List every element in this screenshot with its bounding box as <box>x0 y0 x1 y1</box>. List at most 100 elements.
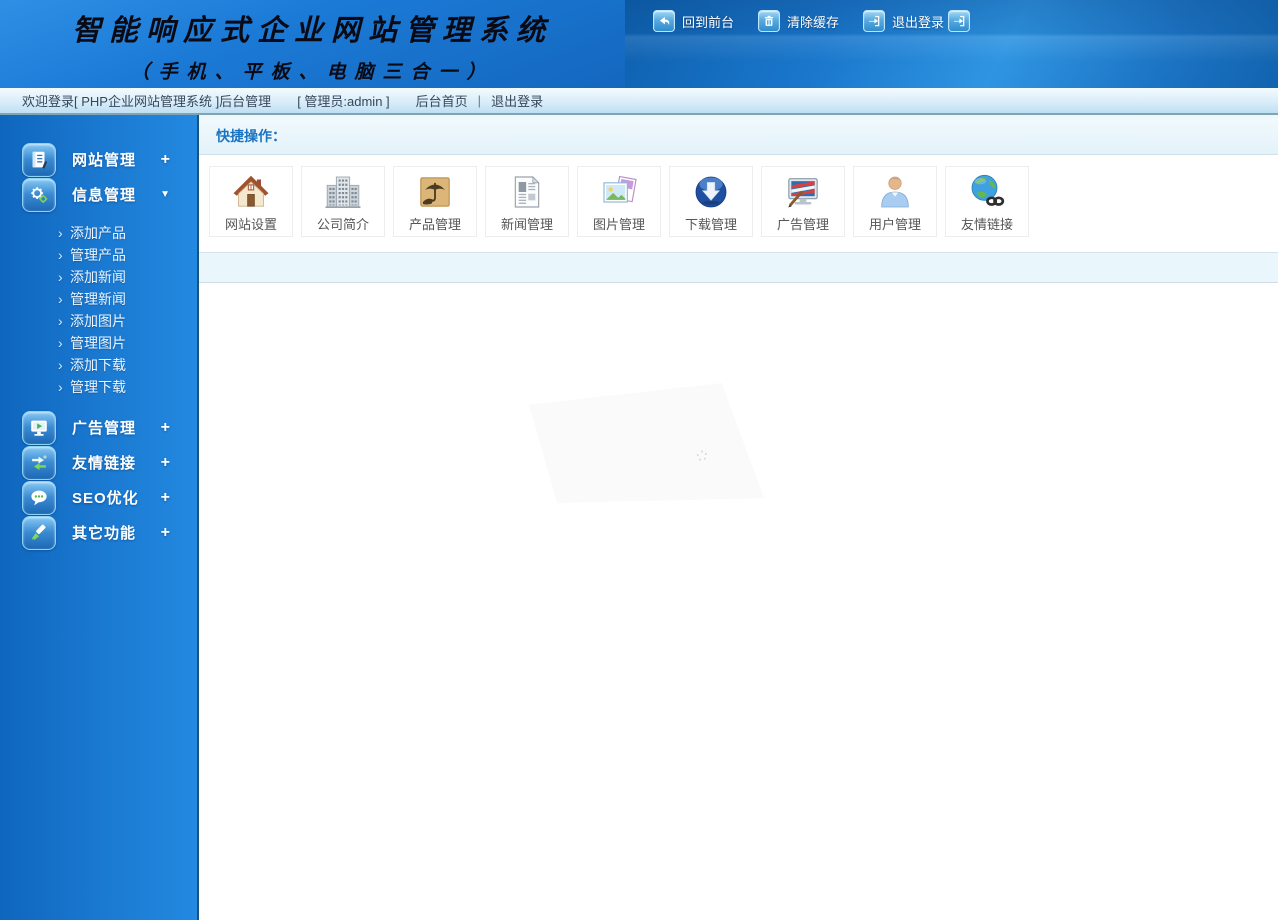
main-content: 快捷操作： 网站设置 公司简介 产品管理 新闻管理 图片管理 下载管理 广告管理… <box>199 115 1278 920</box>
logout-icon <box>863 10 886 32</box>
chevron-right-icon: › <box>58 225 63 241</box>
submenu-label: 管理新闻 <box>70 291 126 307</box>
shortcut-news-manage[interactable]: 新闻管理 <box>485 166 569 237</box>
sidebar-item-seo[interactable]: SEO优化 + <box>0 480 197 515</box>
sidebar-item-website-manage[interactable]: 网站管理 + <box>0 142 197 177</box>
sidebar-item-label: 友情链接 <box>72 455 137 472</box>
newspaper-icon <box>486 170 568 213</box>
header-actions: 回到前台 清除缓存 退出登录 <box>653 10 994 32</box>
ad-manage-icon <box>22 410 56 445</box>
sidebar-subitem-manage-product[interactable]: › 管理产品 <box>0 244 197 266</box>
admin-badge: [ 管理员:admin ] <box>297 94 390 109</box>
welcome-bar: 欢迎登录[ PHP企业网站管理系统 ]后台管理 [ 管理员:admin ] 后台… <box>0 88 1278 115</box>
submenu-label: 添加下载 <box>70 357 126 373</box>
user-icon <box>854 170 936 213</box>
shortcut-product-manage[interactable]: 产品管理 <box>393 166 477 237</box>
shortcut-ad-manage[interactable]: 广告管理 <box>761 166 845 237</box>
sidebar-subitem-manage-news[interactable]: › 管理新闻 <box>0 288 197 310</box>
sidebar-item-label: 广告管理 <box>72 420 137 437</box>
sidebar-subitem-add-image[interactable]: › 添加图片 <box>0 310 197 332</box>
info-manage-submenu: › 添加产品 › 管理产品 › 添加新闻 › 管理新闻 › 添加图片 › 管理图… <box>0 212 197 410</box>
expand-toggle[interactable]: + <box>161 454 170 472</box>
shortcut-image-manage[interactable]: 图片管理 <box>577 166 661 237</box>
loading-sparkle-icon <box>695 449 709 468</box>
logout-button[interactable]: 退出登录 <box>863 10 971 32</box>
submenu-label: 管理图片 <box>70 335 126 351</box>
header-toolbar: 回到前台 清除缓存 退出登录 <box>625 0 1278 88</box>
expand-toggle[interactable]: + <box>161 489 170 507</box>
back-arrow-icon <box>653 10 675 32</box>
back-to-site-button[interactable]: 回到前台 <box>653 10 734 32</box>
expand-toggle[interactable]: + <box>161 419 170 437</box>
backend-home-link[interactable]: 后台首页 <box>416 91 468 110</box>
chevron-right-icon: › <box>58 291 63 307</box>
sidebar-item-other-tools[interactable]: 其它功能 + <box>0 515 197 550</box>
submenu-label: 管理下载 <box>70 379 126 395</box>
empty-section-bar <box>199 252 1278 283</box>
chevron-right-icon: › <box>58 247 63 263</box>
shortcut-friend-links[interactable]: 友情链接 <box>945 166 1029 237</box>
expand-toggle[interactable]: + <box>161 151 170 169</box>
sidebar-item-label: 其它功能 <box>72 525 137 542</box>
clear-cache-button[interactable]: 清除缓存 <box>758 10 839 32</box>
sidebar-item-friend-links[interactable]: 友情链接 + <box>0 445 197 480</box>
welcome-text: 欢迎登录[ PHP企业网站管理系统 ]后台管理 <box>22 94 272 109</box>
shortcut-label: 图片管理 <box>592 217 645 232</box>
header: 智能响应式企业网站管理系统 （手机、平板、电脑三合一） 回到前台 清除缓存 退出… <box>0 0 1278 88</box>
ad-screen-icon <box>762 170 844 213</box>
trash-icon <box>758 10 781 32</box>
submenu-label: 管理产品 <box>70 247 126 263</box>
expand-toggle[interactable]: + <box>161 524 170 542</box>
welcome-divider: | <box>477 93 482 108</box>
page-subtitle: （手机、平板、电脑三合一） <box>130 60 495 83</box>
quick-ops-title: 快捷操作： <box>216 128 286 144</box>
sidebar-item-label: SEO优化 <box>72 490 139 507</box>
chevron-right-icon: › <box>58 335 63 351</box>
shortcut-label: 广告管理 <box>776 217 829 232</box>
sidebar-subitem-add-news[interactable]: › 添加新闻 <box>0 266 197 288</box>
shortcut-label: 新闻管理 <box>500 217 553 232</box>
submenu-label: 添加图片 <box>70 313 126 329</box>
shortcut-label: 友情链接 <box>960 217 1013 232</box>
logout-label: 退出登录 <box>892 14 945 30</box>
shortcut-user-manage[interactable]: 用户管理 <box>853 166 937 237</box>
shortcut-site-settings[interactable]: 网站设置 <box>209 166 293 237</box>
sidebar-subitem-manage-image[interactable]: › 管理图片 <box>0 332 197 354</box>
welcome-logout-link[interactable]: 退出登录 <box>491 91 543 110</box>
friend-links-icon <box>22 445 56 480</box>
clear-cache-label: 清除缓存 <box>787 14 840 30</box>
admin-app: 智能响应式企业网站管理系统 （手机、平板、电脑三合一） 回到前台 清除缓存 退出… <box>0 0 1278 920</box>
info-manage-icon <box>22 177 56 212</box>
shortcut-download-manage[interactable]: 下载管理 <box>669 166 753 237</box>
submenu-label: 添加产品 <box>70 225 126 241</box>
shortcut-label: 产品管理 <box>408 217 461 232</box>
globe-link-icon <box>946 170 1028 213</box>
faint-watermark <box>529 383 764 503</box>
sidebar-item-ad-manage[interactable]: 广告管理 + <box>0 410 197 445</box>
seo-icon <box>22 480 56 515</box>
shortcut-label: 网站设置 <box>224 217 277 232</box>
chevron-right-icon: › <box>58 313 63 329</box>
building-icon <box>302 170 384 213</box>
sidebar-subitem-add-download[interactable]: › 添加下载 <box>0 354 197 376</box>
chevron-right-icon: › <box>58 379 63 395</box>
download-globe-icon <box>670 170 752 213</box>
collapse-toggle[interactable]: ▼ <box>160 189 170 200</box>
photos-icon <box>578 170 660 213</box>
shortcut-grid: 网站设置 公司简介 产品管理 新闻管理 图片管理 下载管理 广告管理 用户管理 … <box>199 155 1278 237</box>
other-tools-icon <box>22 515 56 550</box>
submenu-label: 添加新闻 <box>70 269 126 285</box>
house-icon <box>210 170 292 213</box>
brand-banner: 智能响应式企业网站管理系统 （手机、平板、电脑三合一） <box>0 0 625 88</box>
sidebar: 网站管理 + 信息管理 ▼ › 添加产品 › 管理产品 › 添加新闻 › 管理新… <box>0 115 199 920</box>
sidebar-subitem-manage-download[interactable]: › 管理下载 <box>0 376 197 398</box>
product-box-icon <box>394 170 476 213</box>
sidebar-subitem-add-product[interactable]: › 添加产品 <box>0 222 197 244</box>
shortcut-label: 用户管理 <box>868 217 921 232</box>
shortcut-label: 下载管理 <box>684 217 737 232</box>
sidebar-item-label: 信息管理 <box>72 187 137 204</box>
shortcut-company-profile[interactable]: 公司简介 <box>301 166 385 237</box>
website-manage-icon <box>22 142 56 177</box>
sidebar-item-info-manage[interactable]: 信息管理 ▼ <box>0 177 197 212</box>
logout-icon[interactable] <box>948 10 971 32</box>
